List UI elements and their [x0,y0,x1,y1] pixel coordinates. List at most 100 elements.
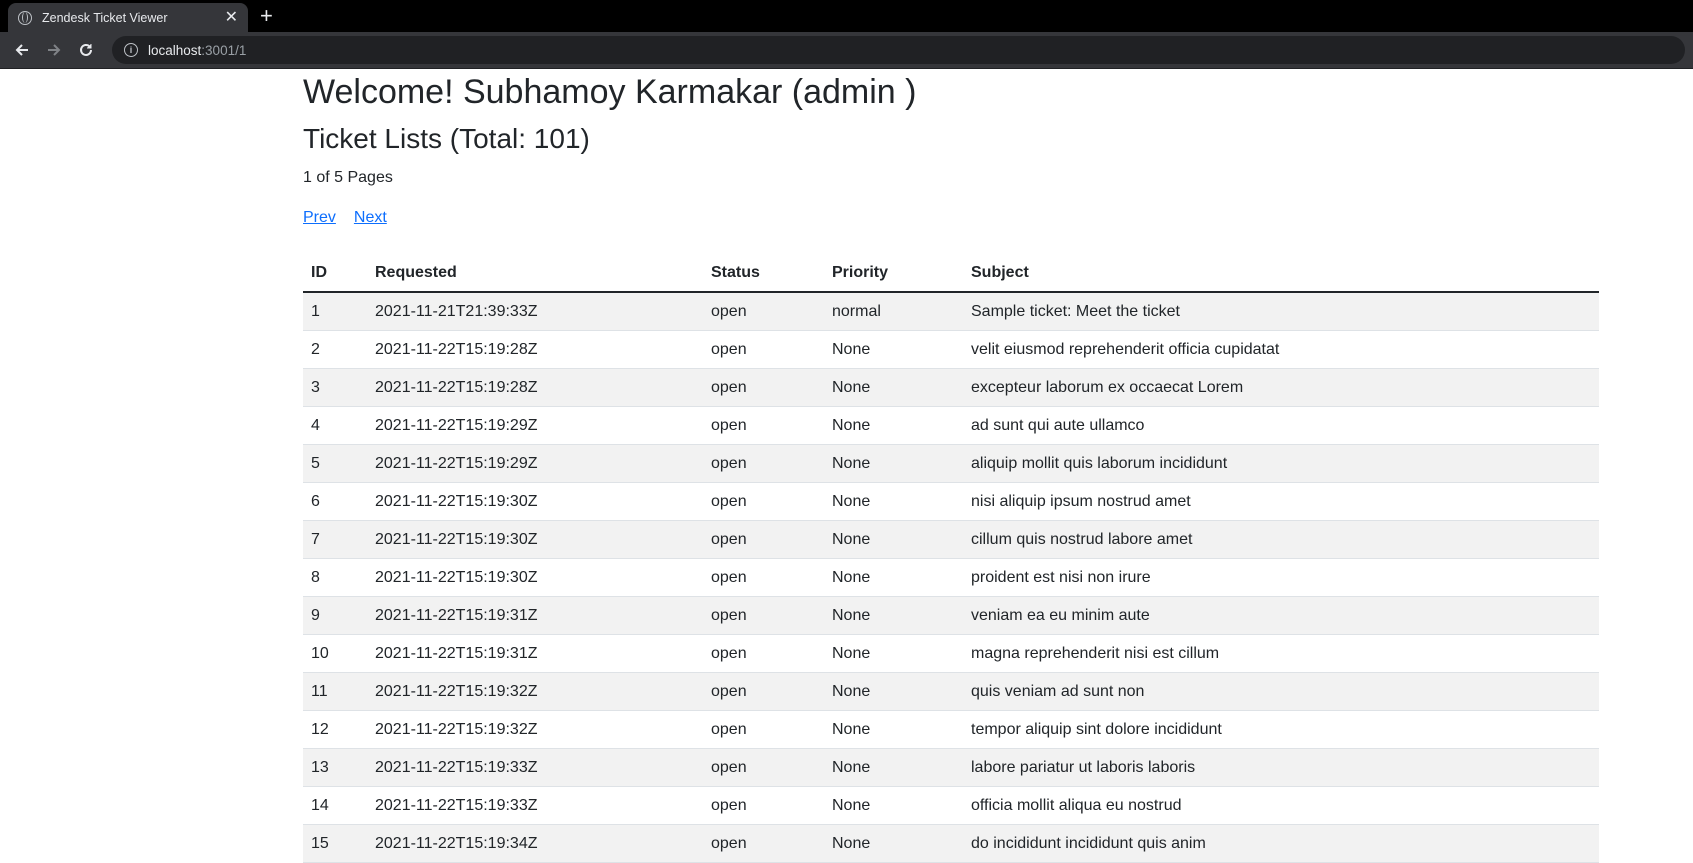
cell-id: 2 [303,330,367,369]
cell-status: open [703,672,824,711]
cell-id: 7 [303,520,367,559]
cell-priority: None [824,330,963,369]
browser-toolbar: i localhost:3001/1 [0,32,1693,69]
cell-status: open [703,444,824,483]
cell-status: open [703,710,824,749]
cell-requested: 2021-11-22T15:19:30Z [367,520,703,559]
cell-requested: 2021-11-22T15:19:28Z [367,330,703,369]
cell-requested: 2021-11-22T15:19:30Z [367,558,703,597]
url-path: :3001/1 [201,42,247,58]
ticket-table-body: 1 2021-11-21T21:39:33Z open normal Sample ti… [303,292,1599,863]
cell-status: open [703,520,824,559]
close-tab-icon[interactable]: ✕ [225,9,238,26]
browser-tab[interactable]: Zendesk Ticket Viewer ✕ [8,3,248,32]
cell-status: open [703,748,824,787]
cell-subject: do incididunt incididunt quis anim [963,824,1599,863]
cell-id: 11 [303,672,367,711]
cell-id: 15 [303,824,367,863]
cell-id: 1 [303,292,367,331]
back-button[interactable] [6,34,38,66]
cell-status: open [703,824,824,863]
cell-subject: veniam ea eu minim aute [963,596,1599,635]
reload-button[interactable] [70,34,102,66]
ticket-list-heading: Ticket Lists (Total: 101) [303,123,590,154]
table-row[interactable]: 3 2021-11-22T15:19:28Z open None excepteur l… [303,368,1599,407]
table-row[interactable]: 13 2021-11-22T15:19:33Z open None labore par… [303,748,1599,787]
cell-priority: None [824,748,963,787]
table-row[interactable]: 8 2021-11-22T15:19:30Z open None proident es… [303,558,1599,597]
column-header-id: ID [303,254,367,293]
table-row[interactable]: 4 2021-11-22T15:19:29Z open None ad sunt qui… [303,406,1599,445]
cell-id: 9 [303,596,367,635]
table-row[interactable]: 6 2021-11-22T15:19:30Z open None nisi aliqui… [303,482,1599,521]
cell-priority: None [824,406,963,445]
cell-priority: None [824,368,963,407]
forward-button[interactable] [38,34,70,66]
cell-requested: 2021-11-21T21:39:33Z [367,292,703,331]
cell-subject: velit eiusmod reprehenderit officia cupi… [963,330,1599,369]
arrow-right-icon [48,44,61,56]
table-row[interactable]: 5 2021-11-22T15:19:29Z open None aliquip mol… [303,444,1599,483]
info-icon[interactable]: i [124,43,138,57]
cell-priority: None [824,824,963,863]
cell-priority: None [824,482,963,521]
cell-id: 5 [303,444,367,483]
globe-icon [18,10,32,25]
address-bar[interactable]: i localhost:3001/1 [112,36,1685,64]
cell-subject: Sample ticket: Meet the ticket [963,292,1599,331]
table-row[interactable]: 12 2021-11-22T15:19:32Z open None tempor ali… [303,710,1599,749]
column-header-status: Status [703,254,824,293]
table-row[interactable]: 14 2021-11-22T15:19:33Z open None officia mo… [303,786,1599,825]
cell-priority: normal [824,292,963,331]
column-header-requested: Requested [367,254,703,293]
cell-id: 13 [303,748,367,787]
cell-status: open [703,368,824,407]
cell-requested: 2021-11-22T15:19:28Z [367,368,703,407]
welcome-heading: Welcome! Subhamoy Karmakar (admin ) [303,73,917,111]
arrow-left-icon [15,44,28,56]
cell-subject: magna reprehenderit nisi est cillum [963,634,1599,673]
cell-subject: officia mollit aliqua eu nostrud [963,786,1599,825]
cell-requested: 2021-11-22T15:19:31Z [367,596,703,635]
cell-subject: ad sunt qui aute ullamco [963,406,1599,445]
cell-requested: 2021-11-22T15:19:33Z [367,748,703,787]
table-row[interactable]: 1 2021-11-21T21:39:33Z open normal Sample ti… [303,292,1599,331]
pagination: Prev Next [303,208,1599,228]
cell-requested: 2021-11-22T15:19:29Z [367,406,703,445]
table-row[interactable]: 9 2021-11-22T15:19:31Z open None veniam ea e… [303,596,1599,635]
reload-icon [80,43,92,56]
cell-id: 3 [303,368,367,407]
cell-id: 14 [303,786,367,825]
next-link[interactable]: Next [354,209,387,226]
cell-requested: 2021-11-22T15:19:34Z [367,824,703,863]
browser-tab-strip: Zendesk Ticket Viewer ✕ + [0,0,1693,32]
cell-status: open [703,596,824,635]
cell-status: open [703,786,824,825]
cell-priority: None [824,634,963,673]
cell-id: 6 [303,482,367,521]
cell-status: open [703,482,824,521]
cell-subject: excepteur laborum ex occaecat Lorem [963,368,1599,407]
cell-subject: nisi aliquip ipsum nostrud amet [963,482,1599,521]
table-row[interactable]: 10 2021-11-22T15:19:31Z open None magna repr… [303,634,1599,673]
cell-subject: tempor aliquip sint dolore incididunt [963,710,1599,749]
cell-requested: 2021-11-22T15:19:32Z [367,672,703,711]
cell-status: open [703,406,824,445]
cell-priority: None [824,520,963,559]
prev-link[interactable]: Prev [303,209,336,226]
cell-subject: labore pariatur ut laboris laboris [963,748,1599,787]
ticket-table: ID Requested Status Priority Subject 1 20… [303,254,1599,863]
table-row[interactable]: 7 2021-11-22T15:19:30Z open None cillum quis… [303,520,1599,559]
table-row[interactable]: 15 2021-11-22T15:19:34Z open None do incidid… [303,824,1599,863]
page-count: 1 of 5 Pages [303,169,393,186]
cell-priority: None [824,672,963,711]
table-row[interactable]: 2 2021-11-22T15:19:28Z open None velit eiusm… [303,330,1599,369]
cell-id: 8 [303,558,367,597]
new-tab-button[interactable]: + [260,4,273,28]
cell-priority: None [824,710,963,749]
main-content: Welcome! Subhamoy Karmakar (admin ) Tick… [303,70,1599,863]
column-header-priority: Priority [824,254,963,293]
table-row[interactable]: 11 2021-11-22T15:19:32Z open None quis venia… [303,672,1599,711]
cell-priority: None [824,444,963,483]
cell-status: open [703,634,824,673]
